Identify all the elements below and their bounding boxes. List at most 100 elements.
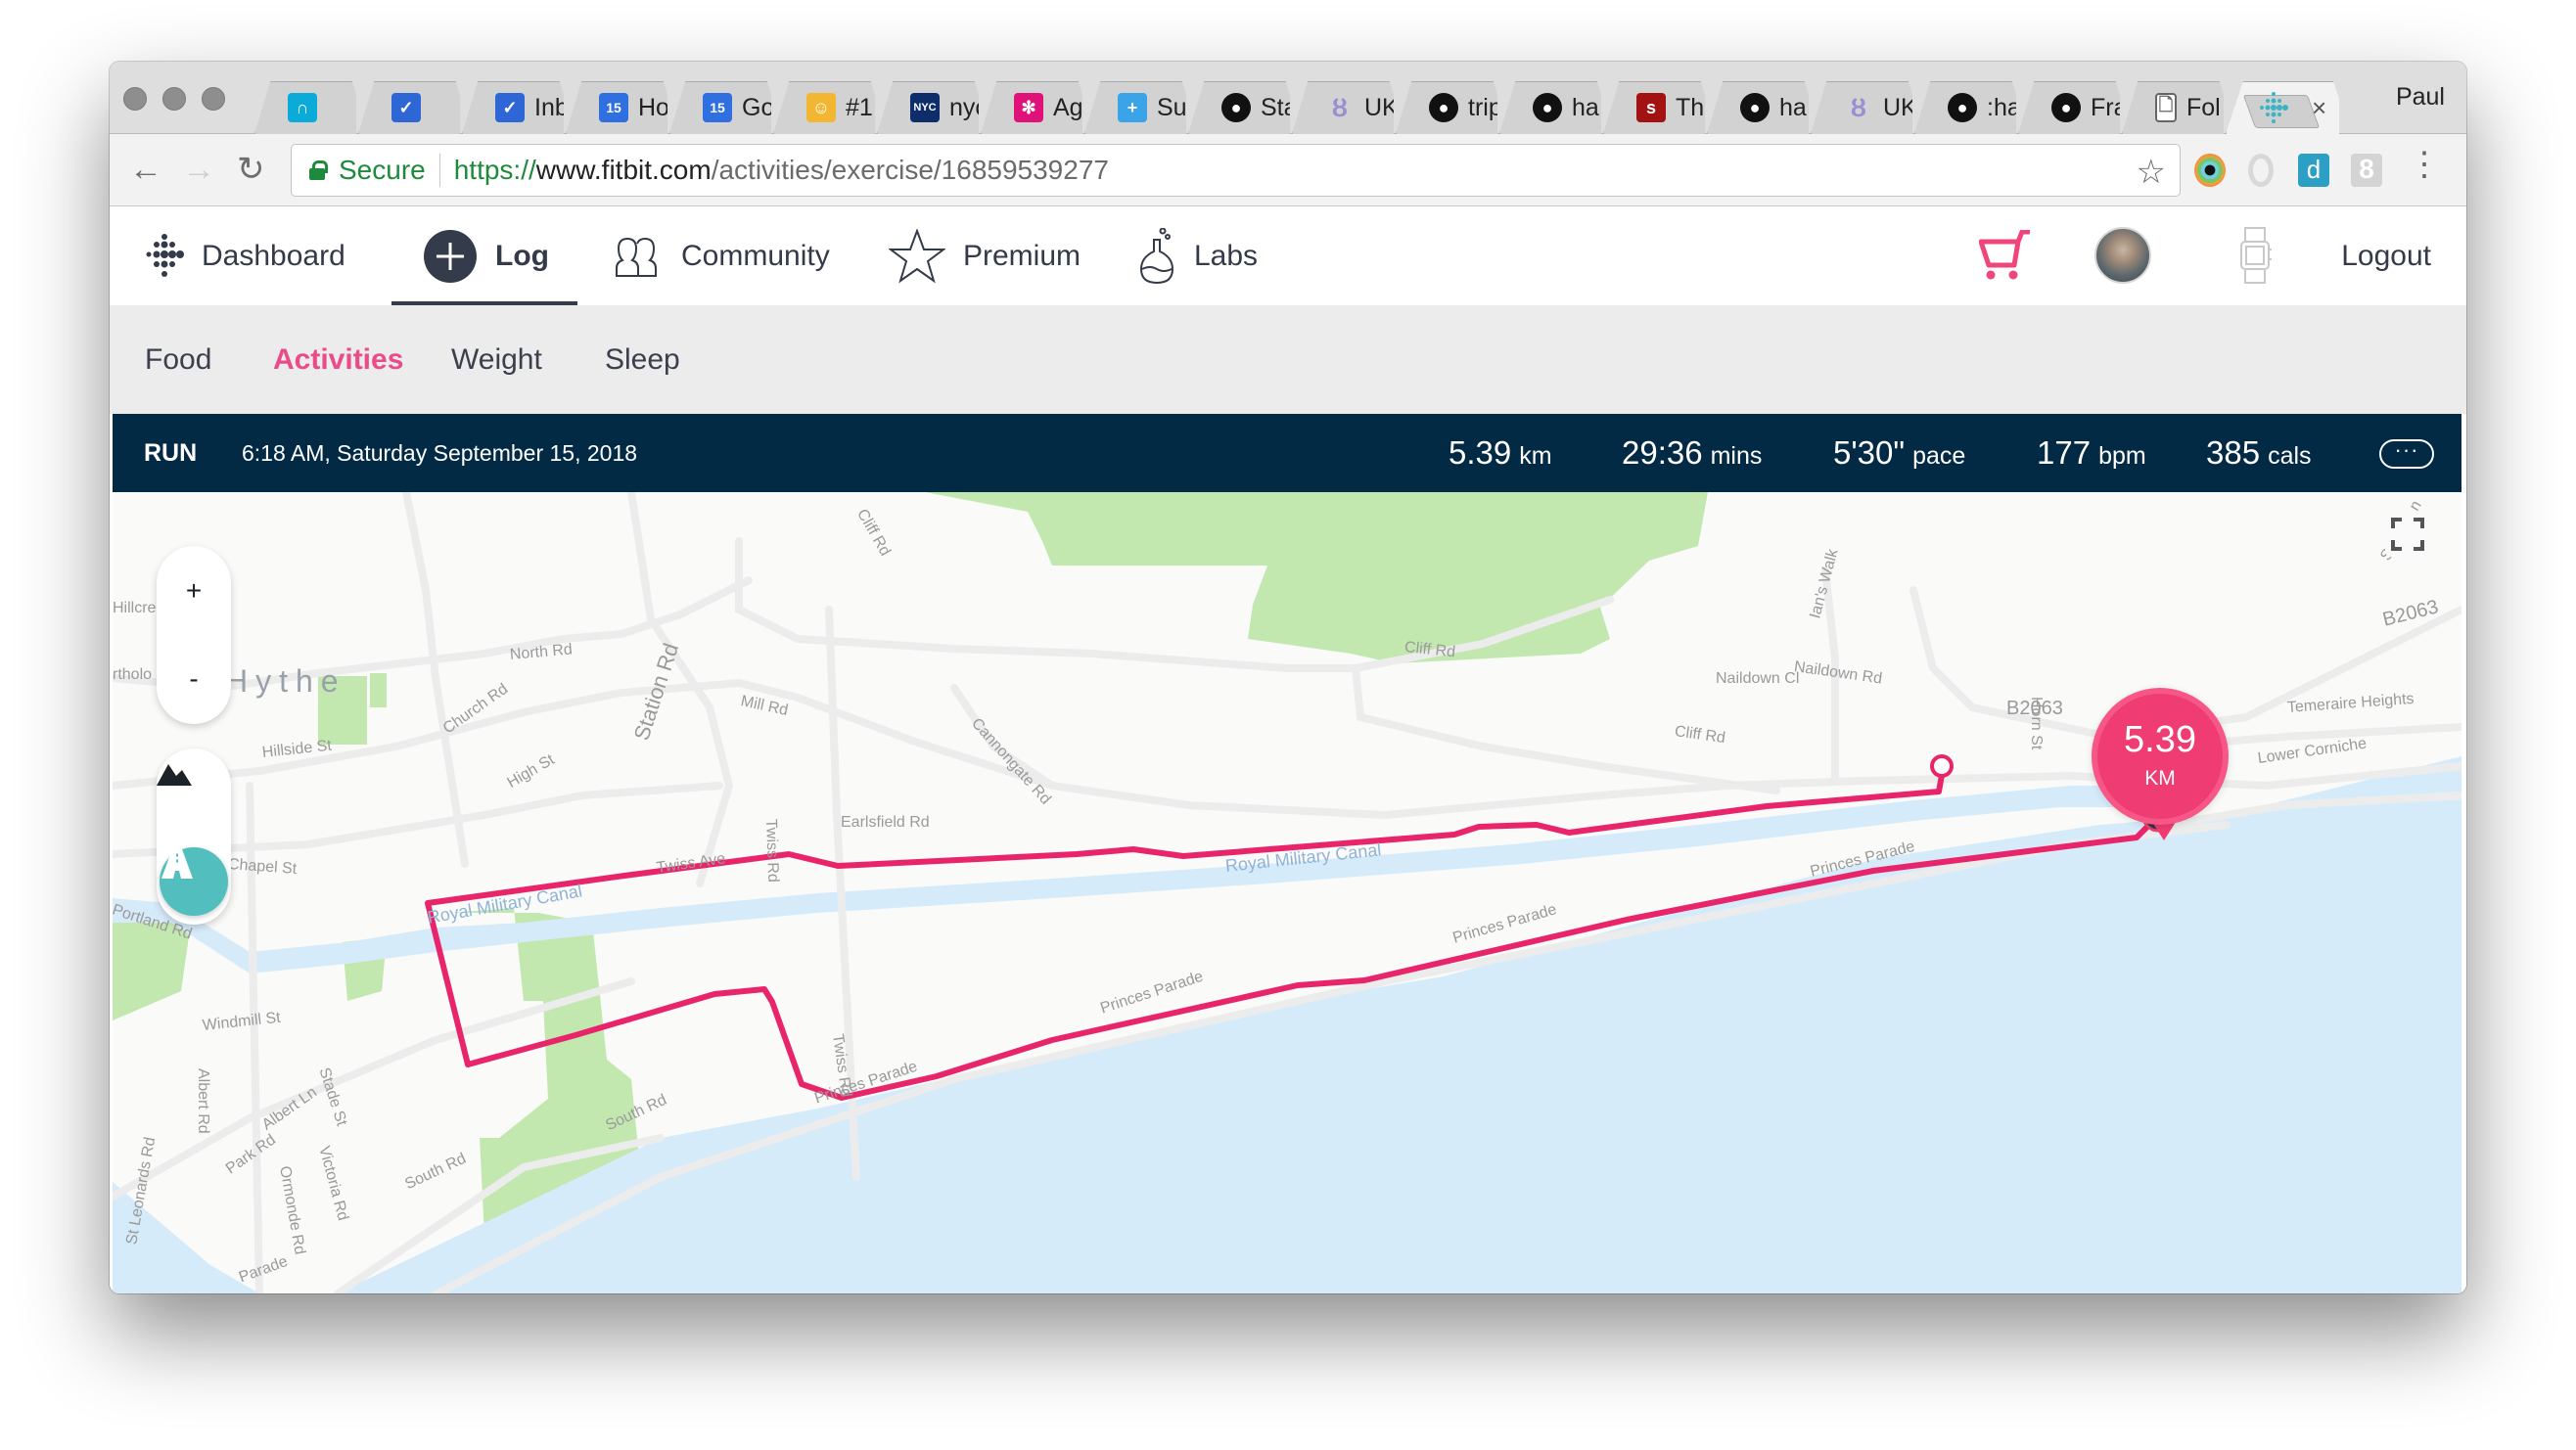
cart-button[interactable] — [1978, 229, 2034, 286]
browser-tab[interactable]: ✻ Agi — [981, 81, 1082, 134]
url-text[interactable]: https://www.fitbit.com/activities/exerci… — [454, 155, 1109, 186]
minimize-window-button[interactable] — [162, 87, 186, 111]
fullscreen-button[interactable] — [2385, 512, 2430, 557]
browser-tab[interactable]: ● ha — [1707, 81, 1809, 134]
watch-icon — [2240, 227, 2272, 284]
github-icon: ● — [1533, 93, 1562, 122]
browser-tab[interactable]: s Thi — [1603, 81, 1705, 134]
document-icon: 🗋 — [2155, 93, 2177, 122]
stat-calories-value: 385 — [2206, 434, 2261, 471]
map-style-button[interactable] — [160, 847, 228, 916]
distance-marker[interactable]: 5.39 KM — [2092, 688, 2229, 825]
map-label-hythe: Hythe — [225, 663, 346, 699]
browser-tab[interactable]: 15 Google — [669, 81, 771, 134]
close-window-button[interactable] — [123, 87, 147, 111]
github-icon: ● — [2051, 93, 2081, 122]
map-canvas — [113, 492, 2461, 1293]
user-avatar[interactable] — [2094, 227, 2151, 284]
browser-tab[interactable]: ☺ #1 — [773, 81, 875, 134]
back-button[interactable]: ← — [129, 150, 162, 189]
d-extension-icon[interactable]: d — [2298, 154, 2329, 187]
secure-label: Secure — [339, 155, 426, 185]
stat-pace: 5'30" pace — [1833, 434, 1965, 472]
nav-dashboard[interactable]: Dashboard — [145, 206, 345, 305]
top-nav: Dashboard Log Community Premium Labs Log… — [110, 206, 2466, 305]
bubbles-icon: ȣ — [1331, 92, 1349, 122]
browser-menu-icon[interactable]: ⋮ — [2408, 148, 2441, 181]
mountain-icon — [157, 764, 192, 786]
zoom-window-button[interactable] — [202, 87, 225, 111]
nav-labs[interactable]: Labs — [1137, 206, 1258, 305]
nav-log[interactable]: Log — [423, 206, 549, 305]
browser-tab[interactable]: + Su — [1084, 81, 1186, 134]
stat-duration-value: 29:36 — [1622, 434, 1703, 471]
url-host: www.fitbit.com — [535, 155, 712, 185]
subnav-food[interactable]: Food — [145, 305, 211, 414]
bookmark-star-icon[interactable]: ☆ — [2137, 153, 2166, 192]
stat-pace-value: 5'30" — [1833, 434, 1906, 471]
browser-tab[interactable]: ✓ — [358, 81, 460, 134]
lock-icon — [309, 160, 328, 180]
browser-tab[interactable]: 🗋 Fol — [2122, 81, 2224, 134]
address-bar[interactable]: Secure https://www.fitbit.com/activities… — [291, 144, 2181, 197]
nav-premium[interactable]: Premium — [889, 206, 1081, 305]
tab-list: ∩ ✓ ✓ Inbox 15 Home 15 Google ☺ #1 NYC nyc ✻ Agi + Su ● S… — [254, 81, 2341, 134]
ring-extension-icon[interactable] — [2248, 154, 2274, 187]
nav-labs-label: Labs — [1194, 239, 1259, 272]
bubbles-icon: ȣ — [1850, 92, 1867, 122]
profile-name[interactable]: Paul — [2396, 83, 2445, 112]
browser-tab[interactable]: ● Sta — [1188, 81, 1290, 134]
browser-tab[interactable]: ●:ha — [1914, 81, 2016, 134]
exercise-summary-bar: RUN 6:18 AM, Saturday September 15, 2018… — [113, 414, 2461, 492]
map-label: Albert Rd — [195, 1068, 211, 1134]
exercise-datetime: 6:18 AM, Saturday September 15, 2018 — [242, 439, 638, 466]
stat-calories-unit: cals — [2268, 442, 2312, 470]
arrow-left-icon: ← — [129, 151, 162, 188]
people-icon — [616, 237, 657, 277]
subnav-activities[interactable]: Activities — [273, 305, 403, 414]
terrain-button[interactable] — [157, 760, 231, 819]
browser-tab[interactable]: ● Fra — [2018, 81, 2120, 134]
logout-link[interactable]: Logout — [2341, 206, 2431, 305]
star-icon — [889, 228, 945, 283]
browser-tab[interactable]: ∩ — [254, 81, 356, 134]
browser-tab[interactable]: NYC nyc — [877, 81, 979, 134]
fitbit-logo-icon — [146, 233, 184, 277]
tab-title: Su — [1157, 93, 1186, 121]
browser-tab[interactable]: 15 Home — [566, 81, 667, 134]
browser-tab[interactable]: ȣ UK — [1292, 81, 1394, 134]
tab-title: trip — [1468, 93, 1497, 121]
arrow-right-icon: → — [182, 151, 215, 188]
zoom-in-button[interactable]: + — [157, 562, 231, 620]
tab-strip: ∩ ✓ ✓ Inbox 15 Home 15 Google ☺ #1 NYC nyc ✻ Agi + Su ● S… — [110, 62, 2466, 134]
colorful-eye-extension-icon[interactable] — [2194, 154, 2226, 187]
tab-title: #1 — [846, 93, 873, 121]
route-map[interactable]: Hythe Hillcre rtholo North Rd Church Rd … — [113, 492, 2461, 1293]
stat-heart-rate-unit: bpm — [2098, 442, 2146, 470]
reload-button[interactable]: ↻ — [237, 150, 265, 189]
browser-tab[interactable]: ● ha — [1499, 81, 1601, 134]
calendar-icon: 15 — [703, 93, 732, 122]
browser-tab[interactable]: ✓ Inbox — [462, 81, 564, 134]
subnav-sleep[interactable]: Sleep — [605, 305, 680, 414]
tab-close-button[interactable]: × — [2312, 93, 2326, 123]
github-icon: ● — [1221, 93, 1251, 122]
stat-heart-rate: 177 bpm — [2037, 434, 2146, 472]
reload-icon: ↻ — [237, 151, 265, 188]
route-start-marker[interactable] — [1930, 754, 1954, 778]
stat-duration: 29:36 mins — [1622, 434, 1762, 472]
device-button[interactable] — [2239, 226, 2273, 290]
subnav-weight[interactable]: Weight — [451, 305, 542, 414]
shopping-cart-icon — [1978, 229, 2030, 280]
nav-community[interactable]: Community — [609, 206, 830, 305]
zoom-out-button[interactable]: - — [157, 650, 231, 708]
browser-toolbar: ← → ↻ Secure https://www.fitbit.com/acti… — [110, 134, 2466, 206]
more-options-button[interactable]: ··· — [2379, 439, 2434, 469]
browser-tab[interactable]: ȣ UK — [1811, 81, 1912, 134]
map-label: Hillcre — [113, 600, 157, 616]
google-extension-icon[interactable]: 8 — [2351, 154, 2382, 187]
forward-button[interactable]: → — [182, 150, 215, 189]
map-label: Earlsfield Rd — [841, 814, 930, 831]
tab-title: nyc — [949, 93, 979, 121]
browser-tab[interactable]: ● trip — [1396, 81, 1497, 134]
